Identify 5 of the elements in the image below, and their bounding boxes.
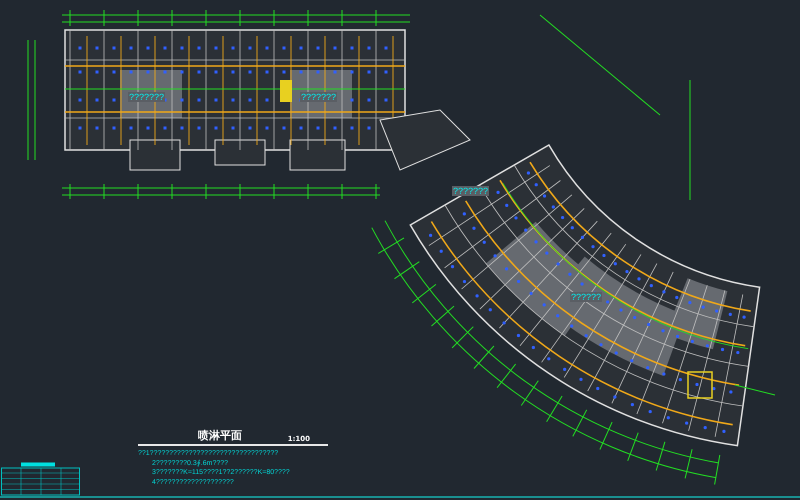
room-label: ??????? xyxy=(300,92,338,102)
drawing-title: 喷淋平面 xyxy=(198,428,242,443)
room-label: ?????? xyxy=(570,292,602,302)
room-label: ??????? xyxy=(128,92,166,102)
room-label: ??????? xyxy=(452,186,490,196)
